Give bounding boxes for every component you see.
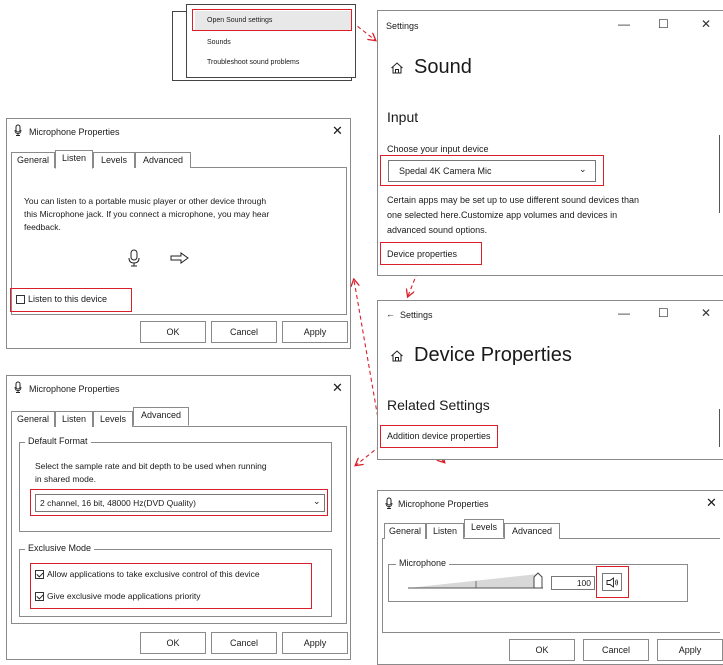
- listen-desc-line-1: You can listen to a portable music playe…: [24, 196, 267, 206]
- highlight-format-dropdown: [30, 489, 328, 516]
- mic-properties-levels-window: Microphone Properties ✕ General Listen L…: [377, 490, 723, 665]
- microphone-group-title: Microphone: [396, 558, 450, 568]
- page-title: Device Properties: [414, 344, 572, 366]
- microphone-icon: [128, 249, 140, 267]
- minimize-button[interactable]: —: [618, 306, 630, 320]
- cancel-button[interactable]: Cancel: [211, 321, 277, 343]
- tab-advanced[interactable]: Advanced: [504, 523, 560, 539]
- dialog-title: Microphone Properties: [29, 127, 120, 137]
- close-button[interactable]: ✕: [701, 306, 711, 320]
- close-icon[interactable]: ✕: [332, 123, 343, 139]
- maximize-button[interactable]: ☐: [658, 17, 669, 31]
- cancel-button[interactable]: Cancel: [583, 639, 649, 661]
- ok-button[interactable]: OK: [140, 632, 206, 654]
- microphone-icon: [14, 124, 22, 136]
- home-icon: [391, 62, 403, 74]
- tab-levels[interactable]: Levels: [93, 411, 133, 427]
- highlight-mute-toggle: [596, 566, 629, 598]
- tab-general[interactable]: General: [384, 523, 426, 539]
- highlight-addition-device-properties: [380, 425, 498, 448]
- section-heading-related: Related Settings: [387, 397, 490, 413]
- ok-button[interactable]: OK: [509, 639, 575, 661]
- mic-properties-listen-window: Microphone Properties ✕ General Listen L…: [6, 118, 351, 349]
- tab-listen[interactable]: Listen: [55, 411, 93, 427]
- scrollbar[interactable]: [719, 135, 720, 213]
- window-title: Settings: [400, 310, 433, 320]
- info-text-line-1: Certain apps may be set up to use differ…: [387, 195, 639, 205]
- tab-levels[interactable]: Levels: [93, 152, 135, 168]
- tab-listen[interactable]: Listen: [55, 150, 93, 169]
- dialog-title: Microphone Properties: [398, 499, 489, 509]
- home-icon: [391, 350, 403, 362]
- apply-button[interactable]: Apply: [282, 321, 348, 343]
- apply-button[interactable]: Apply: [657, 639, 723, 661]
- tab-general[interactable]: General: [11, 152, 55, 168]
- apply-button[interactable]: Apply: [282, 632, 348, 654]
- dialog-title: Microphone Properties: [29, 384, 120, 394]
- highlight-input-device: [380, 155, 604, 186]
- microphone-icon: [14, 381, 22, 393]
- ok-button[interactable]: OK: [140, 321, 206, 343]
- tab-listen[interactable]: Listen: [426, 523, 464, 539]
- highlight-listen-checkbox: [10, 288, 132, 312]
- level-value-box[interactable]: 100: [551, 576, 595, 590]
- minimize-button[interactable]: —: [618, 17, 630, 31]
- default-format-desc-1: Select the sample rate and bit depth to …: [35, 461, 267, 471]
- scrollbar[interactable]: [719, 409, 720, 447]
- exclusive-mode-title: Exclusive Mode: [25, 543, 95, 553]
- menu-item-sounds[interactable]: Sounds: [207, 39, 231, 46]
- tab-advanced[interactable]: Advanced: [133, 407, 189, 426]
- highlight-exclusive-mode: [30, 563, 312, 609]
- tab-general[interactable]: General: [11, 411, 55, 427]
- section-heading-input: Input: [387, 109, 419, 125]
- level-slider[interactable]: [408, 571, 548, 591]
- tab-advanced[interactable]: Advanced: [135, 152, 191, 168]
- arrow-right-icon: [170, 252, 189, 264]
- highlight-open-sound-settings: [192, 9, 352, 31]
- settings-sound-window: Settings — ☐ ✕ Sound Input Choose your i…: [377, 10, 723, 276]
- listen-desc-line-2: this Microphone jack. If you connect a m…: [24, 209, 270, 219]
- back-icon[interactable]: ←: [386, 309, 395, 319]
- default-format-desc-2: in shared mode.: [35, 474, 96, 484]
- cancel-button[interactable]: Cancel: [211, 632, 277, 654]
- highlight-device-properties: [380, 242, 482, 265]
- window-title: Settings: [386, 21, 419, 31]
- page-title: Sound: [414, 56, 472, 78]
- mic-properties-advanced-window: Microphone Properties ✕ General Listen L…: [6, 375, 351, 660]
- close-icon[interactable]: ✕: [332, 380, 343, 396]
- listen-desc-line-3: feedback.: [24, 222, 61, 232]
- default-format-group: [19, 442, 332, 532]
- info-text-line-3: advanced sound options.: [387, 225, 488, 235]
- default-format-title: Default Format: [25, 436, 91, 446]
- info-text-line-2: one selected here.Customize app volumes …: [387, 210, 618, 220]
- microphone-icon: [385, 497, 393, 509]
- tab-levels[interactable]: Levels: [464, 519, 504, 538]
- choose-input-label: Choose your input device: [387, 144, 489, 154]
- menu-item-troubleshoot[interactable]: Troubleshoot sound problems: [207, 59, 299, 66]
- maximize-button[interactable]: ☐: [658, 306, 669, 320]
- close-button[interactable]: ✕: [701, 17, 711, 31]
- close-icon[interactable]: ✕: [706, 495, 717, 511]
